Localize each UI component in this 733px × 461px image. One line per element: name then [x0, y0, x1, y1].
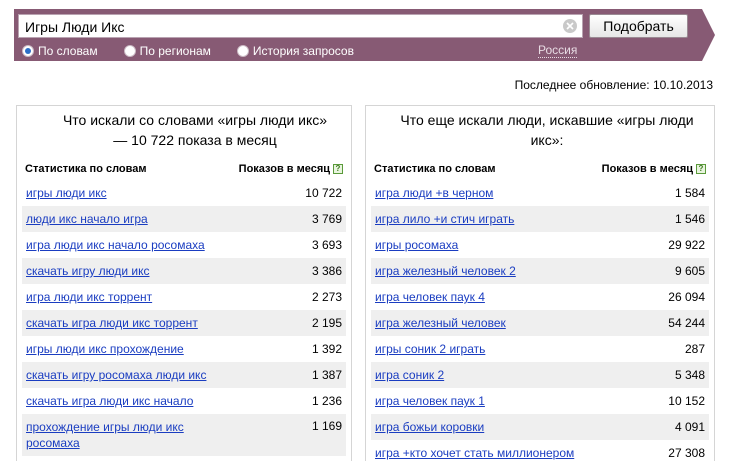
col-header-shows-label: Показов в месяц [601, 163, 693, 175]
shows-count: 29 922 [668, 238, 705, 252]
shows-count: 1 387 [311, 368, 342, 382]
shows-count: 10 722 [305, 186, 342, 200]
col-header-words: Статистика по словам [374, 163, 496, 175]
right-panel-title: Что еще искали люди, искавшие «игры люди… [400, 112, 694, 148]
help-icon[interactable]: ? [333, 164, 343, 174]
help-icon[interactable]: ? [696, 164, 706, 174]
search-band-arrow [702, 9, 715, 61]
table-row: скачать игра люди икс начало 1 236 [22, 388, 346, 414]
table-row: прохождение игры люди икс росомаха 1 169 [22, 414, 346, 456]
table-row: игра люди +в черном 1 584 [371, 180, 709, 206]
mode-history[interactable]: История запросов [236, 43, 354, 58]
table-row: скачать игру росомаха люди икс 1 387 [22, 362, 346, 388]
table-row: игра божьи коровки 4 091 [371, 414, 709, 440]
phrase-link[interactable]: игра люди икс начало росомаха [26, 237, 205, 253]
phrase-link[interactable]: игра лило +и стич играть [375, 211, 514, 227]
shows-count: 1 169 [311, 419, 342, 433]
table-row: игра лило +и стич играть 1 546 [371, 206, 709, 232]
submit-button[interactable]: Подобрать [589, 14, 688, 38]
table-row: игры люди икс 10 722 [22, 180, 346, 206]
phrase-link[interactable]: люди икс начало игра [26, 211, 148, 227]
mode-label: По словам [38, 43, 98, 58]
shows-count: 1 584 [674, 186, 705, 200]
mode-label: История запросов [252, 43, 354, 58]
mode-label: По регионам [139, 43, 211, 58]
phrase-link[interactable]: игра божьи коровки [375, 419, 484, 435]
phrase-link[interactable]: скачать игра люди икс торрент [26, 315, 198, 331]
clear-icon[interactable] [563, 19, 577, 33]
region-link[interactable]: Россия [538, 43, 578, 58]
last-update: Последнее обновление: 10.10.2013 [514, 78, 713, 92]
phrase-link[interactable]: игра люди +в черном [375, 185, 493, 201]
table-row: игра +кто хочет стать миллионером 27 308 [371, 440, 709, 461]
shows-count: 27 308 [668, 446, 705, 460]
col-header-words: Статистика по словам [25, 163, 147, 175]
col-header-shows: Показов в месяц ? [602, 163, 706, 175]
table-row: игра люди икс начало росомаха 3 693 [22, 232, 346, 258]
shows-count: 5 348 [674, 368, 705, 382]
search-field[interactable] [18, 14, 583, 38]
phrase-link[interactable]: игра люди икс торрент [26, 289, 152, 305]
shows-count: 9 605 [674, 264, 705, 278]
phrase-link[interactable]: игры люди икс [26, 185, 107, 201]
col-header-shows-label: Показов в месяц [238, 163, 330, 175]
search-mode-group: По словам По регионам История запросов [22, 42, 354, 59]
shows-count: 54 244 [668, 316, 705, 330]
shows-count: 2 273 [311, 290, 342, 304]
phrase-link[interactable]: игры люди икс прохождение [26, 341, 184, 357]
phrase-link[interactable]: скачать игру росомаха люди икс [26, 367, 206, 383]
phrase-link[interactable]: игра человек паук 1 [375, 393, 485, 409]
left-panel: Что искали со словами «игры люди икс» — … [16, 105, 352, 461]
table-row: игра человек паук 1 10 152 [371, 388, 709, 414]
table-row: скачать игра люди икс торрент 2 195 [22, 310, 346, 336]
shows-count: 26 094 [668, 290, 705, 304]
search-input[interactable] [25, 17, 545, 36]
radio-by-regions[interactable] [123, 44, 136, 57]
phrase-link[interactable]: скачать игру люди икс [26, 263, 150, 279]
shows-count: 1 546 [674, 212, 705, 226]
table-row: игра люди икс торрент 2 273 [22, 284, 346, 310]
radio-by-words[interactable] [22, 44, 34, 57]
table-row: игры росомаха 29 922 [371, 232, 709, 258]
shows-count: 1 236 [311, 394, 342, 408]
table-row: игры соник 2 играть 287 [371, 336, 709, 362]
table-row: игра железный человек 2 9 605 [371, 258, 709, 284]
phrase-link[interactable]: игра железный человек [375, 315, 506, 331]
mode-by-words[interactable]: По словам [22, 44, 98, 58]
table-row: скачать игру люди икс 3 386 [22, 258, 346, 284]
table-row: люди икс начало игра 3 769 [22, 206, 346, 232]
left-panel-title: Что искали со словами «игры люди икс» — … [62, 112, 328, 148]
shows-count: 287 [684, 342, 705, 356]
left-table: игры люди икс 10 722 люди икс начало игра 3… [22, 180, 346, 456]
phrase-link[interactable]: игра человек паук 4 [375, 289, 485, 305]
col-header-shows: Показов в месяц ? [239, 163, 343, 175]
table-row: игра железный человек 54 244 [371, 310, 709, 336]
shows-count: 3 386 [311, 264, 342, 278]
table-row: игра соник 2 5 348 [371, 362, 709, 388]
shows-count: 4 091 [674, 420, 705, 434]
phrase-link[interactable]: игра +кто хочет стать миллионером [375, 445, 574, 461]
table-row: игра человек паук 4 26 094 [371, 284, 709, 310]
phrase-link[interactable]: прохождение игры люди икс росомаха [26, 419, 216, 451]
mode-by-regions[interactable]: По регионам [123, 43, 211, 58]
shows-count: 3 693 [311, 238, 342, 252]
table-row: игры люди икс прохождение 1 392 [22, 336, 346, 362]
shows-count: 3 769 [311, 212, 342, 226]
shows-count: 1 392 [311, 342, 342, 356]
shows-count: 10 152 [668, 394, 705, 408]
right-table: игра люди +в черном 1 584 игра лило +и сти… [371, 180, 709, 461]
phrase-link[interactable]: скачать игра люди икс начало [26, 393, 193, 409]
shows-count: 2 195 [311, 316, 342, 330]
phrase-link[interactable]: игра соник 2 [375, 367, 444, 383]
phrase-link[interactable]: игры соник 2 играть [375, 341, 485, 357]
radio-history[interactable] [236, 44, 249, 57]
right-panel: Что еще искали люди, искавшие «игры люди… [365, 105, 715, 461]
phrase-link[interactable]: игра железный человек 2 [375, 263, 516, 279]
phrase-link[interactable]: игры росомаха [375, 237, 458, 253]
